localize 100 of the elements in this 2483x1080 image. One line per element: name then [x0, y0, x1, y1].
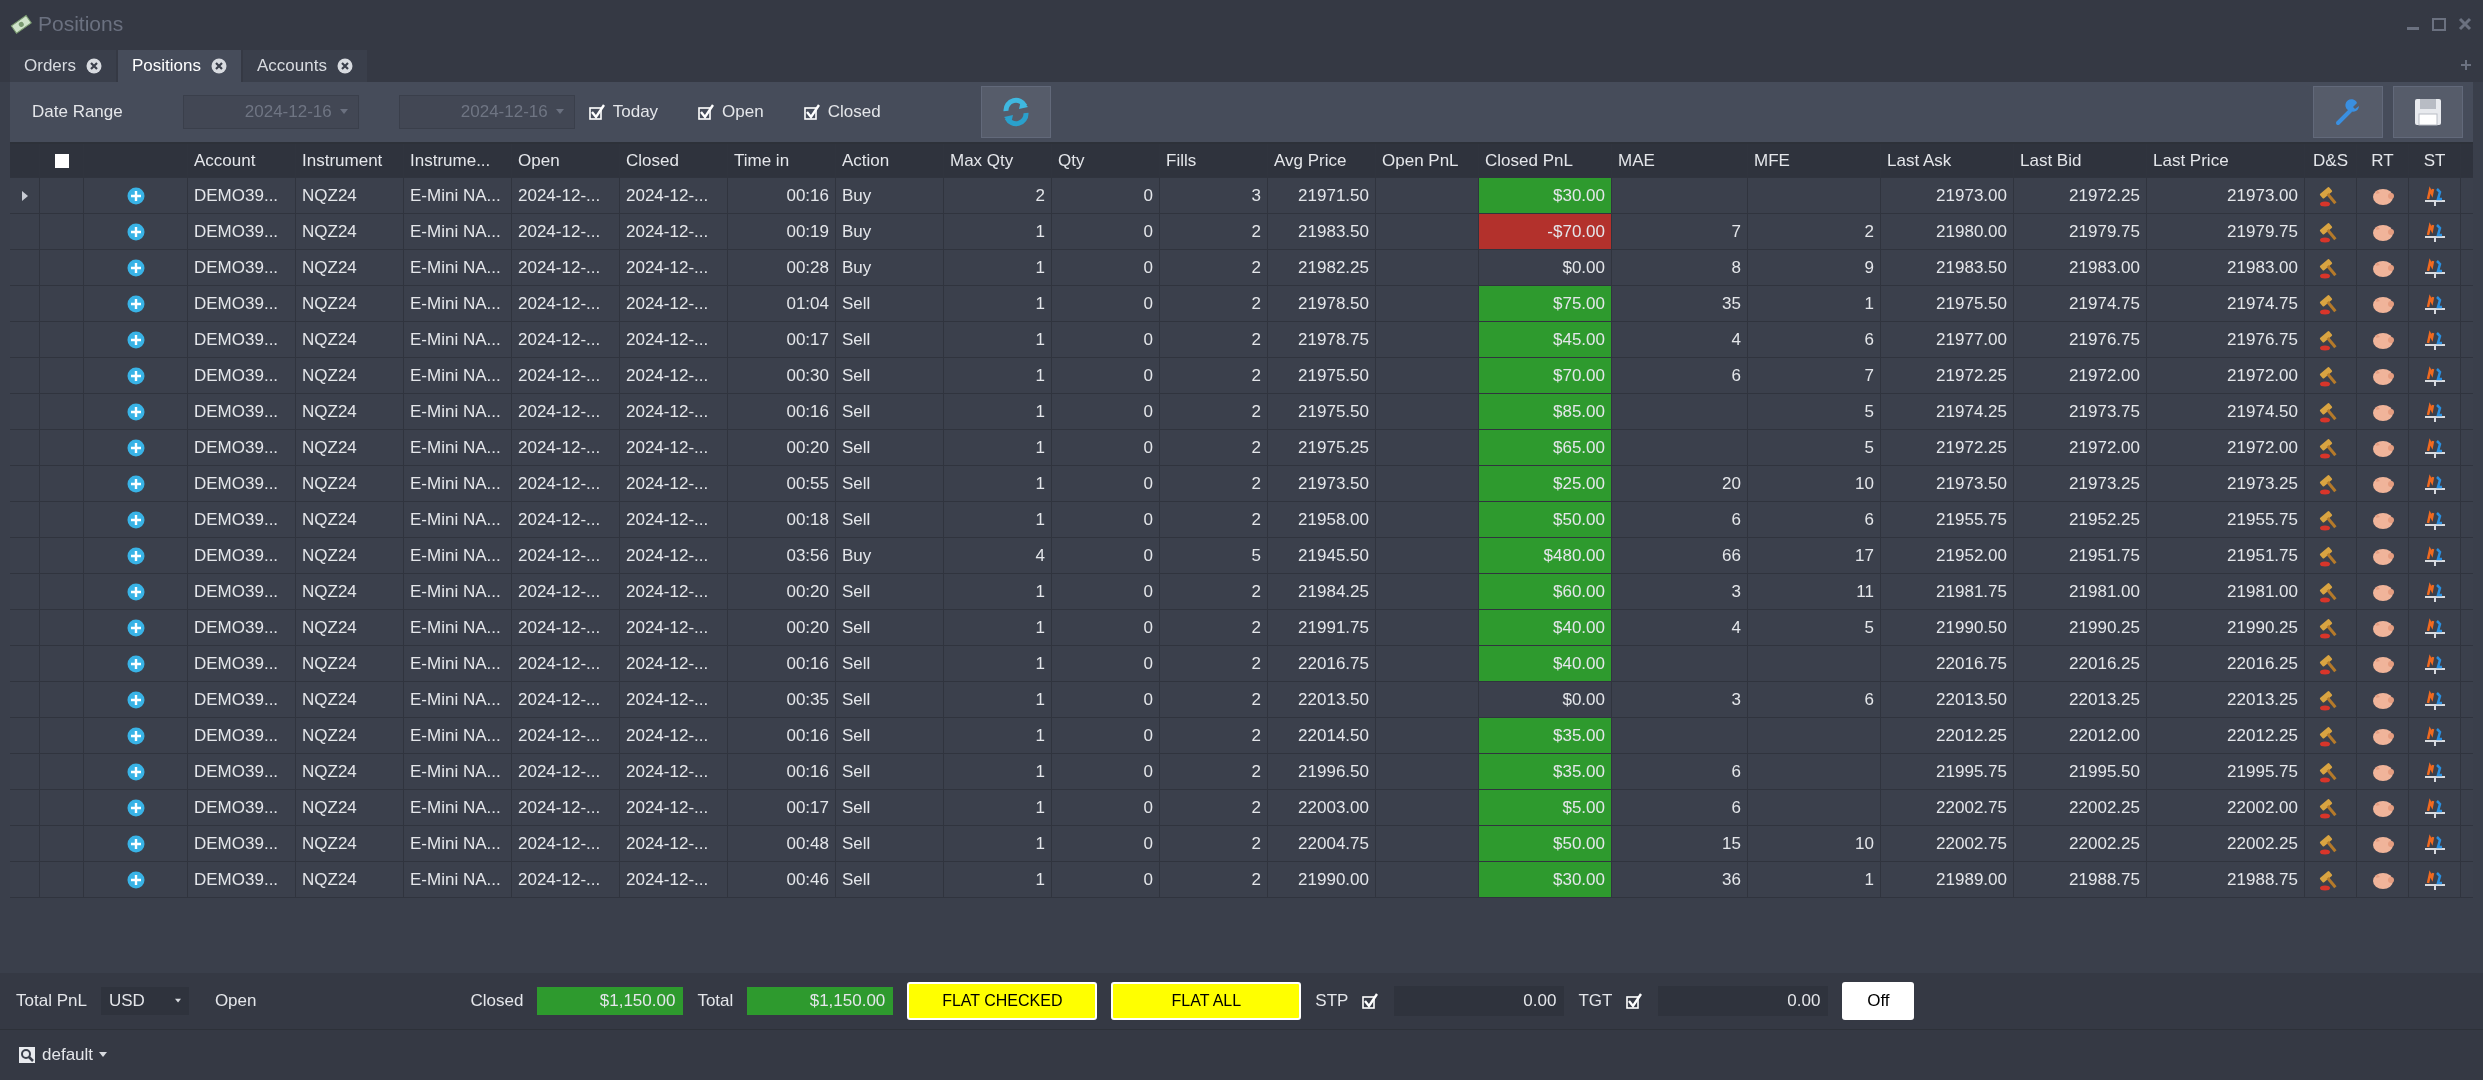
expand-icon[interactable] [126, 726, 145, 745]
expand-icon[interactable] [126, 798, 145, 817]
tab[interactable]: Accounts [242, 50, 367, 82]
table-cell: 6 [1731, 365, 1741, 386]
table-cell: Sell [842, 653, 871, 674]
table-cell: 2024-12-... [626, 509, 709, 530]
column-header[interactable]: Open PnL [1382, 150, 1459, 171]
scale-icon[interactable] [2422, 760, 2447, 783]
scale-icon[interactable] [2422, 292, 2447, 315]
table-cell: 0 [1143, 869, 1153, 890]
column-header[interactable]: Fills [1166, 150, 1197, 171]
expand-icon[interactable] [126, 366, 145, 385]
column-header[interactable]: Qty [1058, 150, 1085, 171]
column-header[interactable]: Last Price [2153, 150, 2229, 171]
expand-icon[interactable] [126, 510, 145, 529]
checkbox[interactable] [698, 103, 717, 121]
expand-icon[interactable] [126, 762, 145, 781]
expand-icon[interactable] [126, 618, 145, 637]
column-header[interactable]: RT [2371, 150, 2394, 171]
expand-icon[interactable] [126, 186, 145, 205]
table-cell: NQZ24 [302, 293, 357, 314]
scale-icon[interactable] [2422, 436, 2447, 459]
scale-icon[interactable] [2422, 652, 2447, 675]
select-all-checkbox[interactable] [54, 153, 69, 168]
expand-icon[interactable] [126, 330, 145, 349]
scale-icon[interactable] [2422, 724, 2447, 747]
stp-field[interactable]: 0.00 [1394, 986, 1565, 1016]
expand-icon[interactable] [126, 870, 145, 889]
scale-icon[interactable] [2422, 868, 2447, 891]
column-header[interactable]: MFE [1754, 150, 1790, 171]
close-icon[interactable] [336, 58, 353, 74]
column-header[interactable]: MAE [1618, 150, 1655, 171]
table-cell: DEMO39... [194, 797, 279, 818]
table-cell: $45.00 [1553, 329, 1605, 350]
table-cell: 21974.75 [2227, 293, 2298, 314]
stp-checkbox[interactable] [1362, 992, 1381, 1010]
scale-icon[interactable] [2422, 256, 2447, 279]
scale-icon[interactable] [2422, 472, 2447, 495]
close-icon[interactable] [85, 58, 102, 74]
scale-icon[interactable] [2422, 832, 2447, 855]
scale-icon[interactable] [2422, 796, 2447, 819]
scale-icon[interactable] [2422, 544, 2447, 567]
scale-icon[interactable] [2422, 328, 2447, 351]
expand-icon[interactable] [126, 402, 145, 421]
column-header[interactable]: Closed PnL [1485, 150, 1573, 171]
column-header[interactable]: Last Bid [2020, 150, 2082, 171]
scale-icon[interactable] [2422, 400, 2447, 423]
close-icon[interactable] [210, 58, 227, 74]
column-header[interactable]: Account [194, 150, 256, 171]
caret-icon [339, 109, 348, 115]
column-header[interactable]: Time in [734, 150, 790, 171]
table-cell: 2024-12-... [518, 869, 601, 890]
expand-icon[interactable] [126, 690, 145, 709]
currency-dropdown[interactable]: USD [100, 987, 189, 1015]
table-cell: Buy [842, 221, 872, 242]
column-header[interactable]: Open [518, 150, 560, 171]
tgt-checkbox[interactable] [1626, 992, 1645, 1010]
column-header[interactable]: Instrument [302, 150, 383, 171]
column-header[interactable]: Action [842, 150, 890, 171]
table-cell: DEMO39... [194, 725, 279, 746]
table-cell: 1 [1035, 761, 1045, 782]
expand-icon[interactable] [126, 834, 145, 853]
tab[interactable]: Orders [10, 50, 116, 82]
column-header[interactable]: ST [2423, 150, 2446, 171]
table-cell: 21945.50 [1298, 545, 1369, 566]
scale-icon[interactable] [2422, 580, 2447, 603]
expand-icon[interactable] [126, 438, 145, 457]
column-header[interactable]: Avg Price [1274, 150, 1347, 171]
table-cell: 21991.75 [1298, 617, 1369, 638]
expand-icon[interactable] [126, 222, 145, 241]
expand-icon[interactable] [126, 258, 145, 277]
expand-icon[interactable] [126, 654, 145, 673]
off-button[interactable]: Off [1842, 982, 1915, 1020]
tab[interactable]: Positions [117, 50, 241, 82]
refresh-button[interactable] [980, 86, 1051, 138]
table-cell: 21974.75 [2069, 293, 2140, 314]
column-header[interactable]: Last Ask [1887, 150, 1952, 171]
checkbox[interactable] [803, 103, 822, 121]
expand-icon[interactable] [126, 294, 145, 313]
column-header[interactable]: Instrume... [410, 150, 491, 171]
flat-all-button[interactable]: FLAT ALL [1111, 982, 1302, 1020]
column-header[interactable]: Max Qty [950, 150, 1014, 171]
flat-checked-button[interactable]: FLAT CHECKED [907, 982, 1098, 1020]
expand-icon[interactable] [126, 546, 145, 565]
scale-icon[interactable] [2422, 184, 2447, 207]
table-cell: 21958.00 [1298, 509, 1369, 530]
checkbox[interactable] [588, 103, 607, 121]
expand-icon[interactable] [126, 474, 145, 493]
tgt-field[interactable]: 0.00 [1658, 986, 1829, 1016]
scale-icon[interactable] [2422, 364, 2447, 387]
save-button[interactable] [2393, 86, 2463, 138]
scale-icon[interactable] [2422, 508, 2447, 531]
table-cell: 1 [1035, 689, 1045, 710]
column-header[interactable]: D&S [2313, 150, 2348, 171]
workspace-menu[interactable]: default [18, 1045, 108, 1065]
scale-icon[interactable] [2422, 220, 2447, 243]
column-header[interactable]: Closed [626, 150, 679, 171]
scale-icon[interactable] [2422, 688, 2447, 711]
scale-icon[interactable] [2422, 616, 2447, 639]
expand-icon[interactable] [126, 582, 145, 601]
